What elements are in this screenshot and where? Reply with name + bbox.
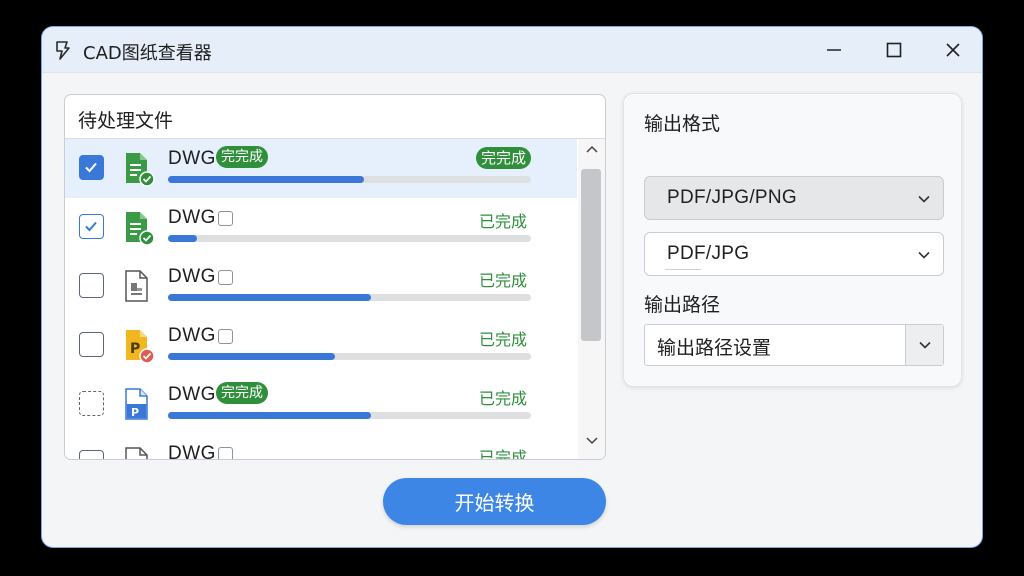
svg-text:P: P (131, 406, 139, 419)
file-status: 已完成 (479, 330, 528, 349)
blue-p-document-icon: P (125, 388, 148, 420)
file-list-row[interactable]: P DWG 完完成 已完成 (65, 375, 577, 434)
checkmark-icon (85, 221, 97, 232)
output-path-label: 输出路径 (644, 294, 721, 316)
section-divider (665, 269, 701, 270)
file-list[interactable]: DWG 完完成 完完成 DWG 已完成 DWG 已完成 P DWG 已完成 P DWG 完完成 已完成 DW… (65, 139, 577, 460)
file-checkbox[interactable] (79, 332, 104, 357)
file-status-badge: 完完成 (216, 382, 268, 404)
minimize-button[interactable] (820, 37, 848, 63)
file-status: 完完成 (476, 147, 532, 169)
minimize-icon (827, 49, 841, 51)
gray-cad-document-icon (125, 270, 148, 302)
progress-fill (168, 235, 198, 242)
output-path-value: 输出路径设置 (657, 337, 772, 359)
progress-track (168, 412, 531, 419)
file-checkbox[interactable] (79, 214, 104, 239)
file-checkbox[interactable] (79, 273, 104, 298)
progress-track (168, 294, 531, 301)
chevron-down-icon (918, 251, 930, 259)
yellow-p-document-error-icon: P (126, 330, 155, 364)
scrollbar[interactable] (578, 139, 605, 459)
file-status: 已完成 (479, 389, 528, 408)
file-name: DWG (168, 266, 216, 287)
chevron-down-icon (918, 195, 930, 203)
file-checkbox[interactable] (79, 391, 104, 416)
file-small-checkbox[interactable] (218, 270, 233, 285)
file-small-checkbox[interactable] (218, 329, 233, 344)
settings-panel: 输出格式 PDF/JPG/PNG PDF/JPG 输出路径 输出路径设置 (623, 93, 962, 387)
close-button[interactable] (939, 37, 967, 63)
close-icon (946, 43, 960, 57)
progress-fill (168, 294, 372, 301)
green-document-check-icon (126, 212, 155, 246)
window-title: CAD图纸查看器 (83, 43, 212, 64)
file-list-row[interactable]: DWG 已完成 (65, 198, 577, 257)
files-panel: 待处理文件 DWG 完完成 完完成 DWG 已完成 DWG 已完成 P DWG 已完成 P DWG 完完… (64, 94, 606, 460)
file-checkbox[interactable] (79, 155, 104, 180)
format-dropdown-secondary-value: PDF/JPG (667, 243, 750, 264)
file-status: 已完成 (479, 448, 528, 460)
start-convert-button[interactable]: 开始转换 (383, 478, 606, 525)
progress-track (168, 176, 531, 183)
file-list-row[interactable]: DWG 已完成 (65, 257, 577, 316)
progress-fill (168, 176, 365, 183)
title-bar: CAD图纸查看器 (42, 27, 982, 73)
scroll-thumb[interactable] (581, 169, 601, 341)
output-path-dropdown-button[interactable] (905, 325, 943, 365)
file-list-row[interactable]: DWG 已完成 (65, 434, 577, 460)
progress-fill (168, 353, 335, 360)
format-dropdown-primary-value: PDF/JPG/PNG (667, 187, 797, 208)
progress-track (168, 235, 531, 242)
svg-text:P: P (130, 341, 140, 357)
maximize-icon (886, 42, 902, 58)
app-window: CAD图纸查看器 待处理文件 DWG 完完成 完完成 DWG 已完成 DWG 已完成 P DWG… (41, 26, 983, 548)
files-panel-title: 待处理文件 (78, 110, 174, 132)
file-list-row[interactable]: DWG 完完成 完完成 (65, 139, 577, 198)
file-name: DWG (168, 148, 216, 169)
maximize-button[interactable] (880, 37, 908, 63)
format-dropdown-primary[interactable]: PDF/JPG/PNG (644, 176, 944, 220)
files-panel-header: 待处理文件 (65, 95, 605, 139)
chevron-down-icon (918, 341, 931, 349)
file-name: DWG (168, 325, 216, 346)
chevron-up-icon[interactable] (585, 143, 599, 157)
output-path-field[interactable]: 输出路径设置 (644, 324, 944, 366)
app-logo-icon (56, 41, 70, 60)
gray-cad-document-icon (125, 447, 148, 459)
file-small-checkbox[interactable] (218, 447, 233, 459)
file-small-checkbox[interactable] (218, 211, 233, 226)
file-name: DWG (168, 443, 216, 460)
file-status-badge: 完完成 (216, 146, 268, 168)
file-name: DWG (168, 384, 216, 405)
file-name: DWG (168, 207, 216, 228)
checkmark-icon (85, 162, 97, 173)
file-list-row[interactable]: P DWG 已完成 (65, 316, 577, 375)
progress-track (168, 353, 531, 360)
file-status: 已完成 (479, 212, 528, 231)
green-document-check-icon (126, 153, 155, 187)
progress-fill (168, 412, 372, 419)
file-checkbox[interactable] (79, 450, 104, 459)
chevron-down-icon[interactable] (585, 433, 599, 447)
output-format-label: 输出格式 (644, 113, 721, 135)
file-status: 已完成 (479, 271, 528, 290)
